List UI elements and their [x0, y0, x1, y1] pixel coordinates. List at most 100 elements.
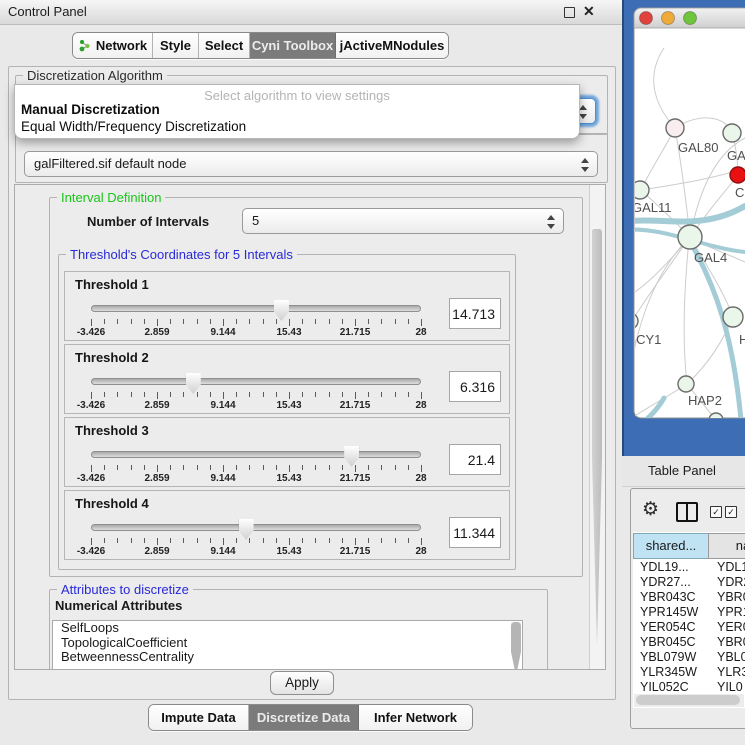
tick-mark [355, 392, 356, 399]
list-item-selfloops[interactable]: SelfLoops [53, 621, 522, 636]
tick-label: 28 [391, 546, 451, 557]
columns-icon[interactable] [676, 502, 698, 522]
tab-discretize-data[interactable]: Discretize Data [249, 705, 359, 730]
tick-mark [236, 392, 237, 397]
table-data-group: Table Data galFiltered.sif default node [15, 133, 608, 183]
threshold-1-slider[interactable] [91, 305, 421, 312]
table-row[interactable]: YBR045CYBR0 [633, 635, 745, 650]
table-row[interactable]: YLR345WYLR3 [633, 665, 745, 680]
close-traffic-light[interactable] [640, 12, 653, 25]
table-row[interactable]: YBR043CYBR0 [633, 590, 745, 605]
table-row[interactable]: YDR27... YDR2 [633, 575, 745, 590]
zoom-traffic-light[interactable] [684, 12, 697, 25]
cell-name: YDR2 [717, 575, 745, 590]
threshold-2-slider-thumb[interactable] [186, 373, 201, 394]
tick-label: 21.715 [325, 473, 385, 484]
tick-label: 2.859 [127, 400, 187, 411]
tick-label: -3.426 [61, 546, 121, 557]
dropdown-option-equal-width-frequency-discretization[interactable]: Equal Width/Frequency Discretization [19, 119, 575, 136]
network-node-hap2[interactable] [678, 376, 694, 392]
attributes-group: Attributes to discretize Numerical Attri… [49, 589, 548, 670]
threshold-1-value[interactable]: 14.713 [449, 298, 501, 329]
column-header-shared-name[interactable]: shared... [633, 533, 709, 559]
tick-mark [183, 538, 184, 543]
cell-shared-name: YDL19... [640, 560, 689, 575]
column-header-name[interactable]: na [708, 533, 745, 559]
close-icon[interactable]: ✕ [583, 3, 595, 20]
tick-label: 15.43 [259, 546, 319, 557]
tick-mark [368, 319, 369, 324]
tick-mark [289, 392, 290, 399]
threshold-3-label: Threshold 3 [75, 423, 149, 438]
cell-name: YLR3 [717, 665, 745, 680]
table-horizontal-scrollbar[interactable] [634, 694, 744, 707]
scrollbar-thumb[interactable] [511, 622, 521, 670]
top-tab-bar: NetworkStyleSelectCyni ToolboxjActiveMNo… [72, 32, 449, 59]
threshold-2-slider[interactable] [91, 378, 421, 385]
cell-shared-name: YBL079W [640, 650, 696, 665]
tick-mark [157, 465, 158, 472]
threshold-2-label: Threshold 2 [75, 350, 149, 365]
checkbox-icon[interactable]: ✓ [710, 506, 722, 518]
tick-label: 2.859 [127, 546, 187, 557]
table-row[interactable]: YBL079WYBL0 [633, 650, 745, 665]
scrollbar-thumb[interactable] [636, 695, 740, 705]
scrollbar-thumb[interactable] [592, 229, 602, 645]
network-node-gal80[interactable] [666, 119, 684, 137]
threshold-2-value[interactable]: 6.316 [449, 371, 501, 402]
threshold-4-slider[interactable] [91, 524, 421, 531]
network-node-ga[interactable] [723, 124, 741, 142]
table-data-combobox[interactable]: galFiltered.sif default node [24, 151, 598, 177]
number-of-intervals-combobox[interactable]: 5 [242, 208, 564, 234]
control-panel-titlebar: Control Panel ✕ [0, 0, 622, 25]
tab-impute-data[interactable]: Impute Data [149, 705, 249, 730]
thresholds-group: Threshold's Coordinates for 5 Intervals … [58, 254, 516, 570]
list-item-betweennesscentrality[interactable]: BetweennessCentrality [53, 650, 522, 665]
threshold-4-slider-thumb[interactable] [239, 519, 254, 540]
tick-mark [302, 319, 303, 324]
threshold-1-slider-thumb[interactable] [274, 300, 289, 321]
tick-mark [157, 319, 158, 326]
network-node-gal4[interactable] [678, 225, 702, 249]
cell-shared-name: YDR27... [640, 575, 691, 590]
tick-mark [368, 465, 369, 470]
threshold-3-value[interactable]: 21.4 [449, 444, 501, 475]
network-node-h[interactable] [723, 307, 743, 327]
tab-cyni-toolbox[interactable]: Cyni Toolbox [250, 33, 336, 58]
tick-mark [329, 538, 330, 543]
tick-mark [289, 319, 290, 326]
network-view[interactable]: GAL80GACGAL11GAL4GCY1HHAP2 [622, 0, 745, 456]
table-row[interactable]: YDL19...YDL1 [633, 560, 745, 575]
tick-mark [263, 465, 264, 470]
attributes-group-title: Attributes to discretize [57, 582, 193, 597]
table-row[interactable]: YER054CYER0 [633, 620, 745, 635]
tick-mark [131, 465, 132, 470]
tick-mark [315, 319, 316, 324]
tab-jactivemnodules[interactable]: jActiveMNodules [336, 33, 448, 58]
numerical-attributes-list[interactable]: SelfLoopsTopologicalCoefficientBetweenne… [52, 620, 523, 670]
gear-icon[interactable]: ⚙ [642, 498, 659, 521]
tab-select[interactable]: Select [199, 33, 250, 58]
list-item-topologicalcoefficient[interactable]: TopologicalCoefficient [53, 636, 522, 651]
tab-label: Discretize Data [257, 710, 350, 725]
table-row[interactable]: YIL052CYIL0 [633, 680, 745, 695]
float-window-icon[interactable] [564, 7, 575, 18]
dropdown-option-manual-discretization[interactable]: Manual Discretization [19, 102, 575, 119]
network-node-c[interactable] [730, 167, 745, 183]
network-frame-edge [622, 0, 624, 456]
settings-vertical-scrollbar[interactable] [589, 185, 605, 669]
threshold-4-value[interactable]: 11.344 [449, 517, 501, 548]
apply-button[interactable]: Apply [270, 671, 334, 695]
tab-network[interactable]: Network [73, 33, 153, 58]
discretization-algorithm-group-title: Discretization Algorithm [23, 68, 167, 83]
tab-infer-network[interactable]: Infer Network [359, 705, 472, 730]
table-row[interactable]: YPR145WYPR1 [633, 605, 745, 620]
tick-mark [368, 538, 369, 543]
cell-shared-name: YBR045C [640, 635, 696, 650]
threshold-3-slider[interactable] [91, 451, 421, 458]
checkbox-icon[interactable]: ✓ [725, 506, 737, 518]
tab-style[interactable]: Style [153, 33, 199, 58]
threshold-3-slider-thumb[interactable] [344, 446, 359, 467]
attributes-list-scrollbar[interactable] [509, 621, 522, 670]
minimize-traffic-light[interactable] [662, 12, 675, 25]
